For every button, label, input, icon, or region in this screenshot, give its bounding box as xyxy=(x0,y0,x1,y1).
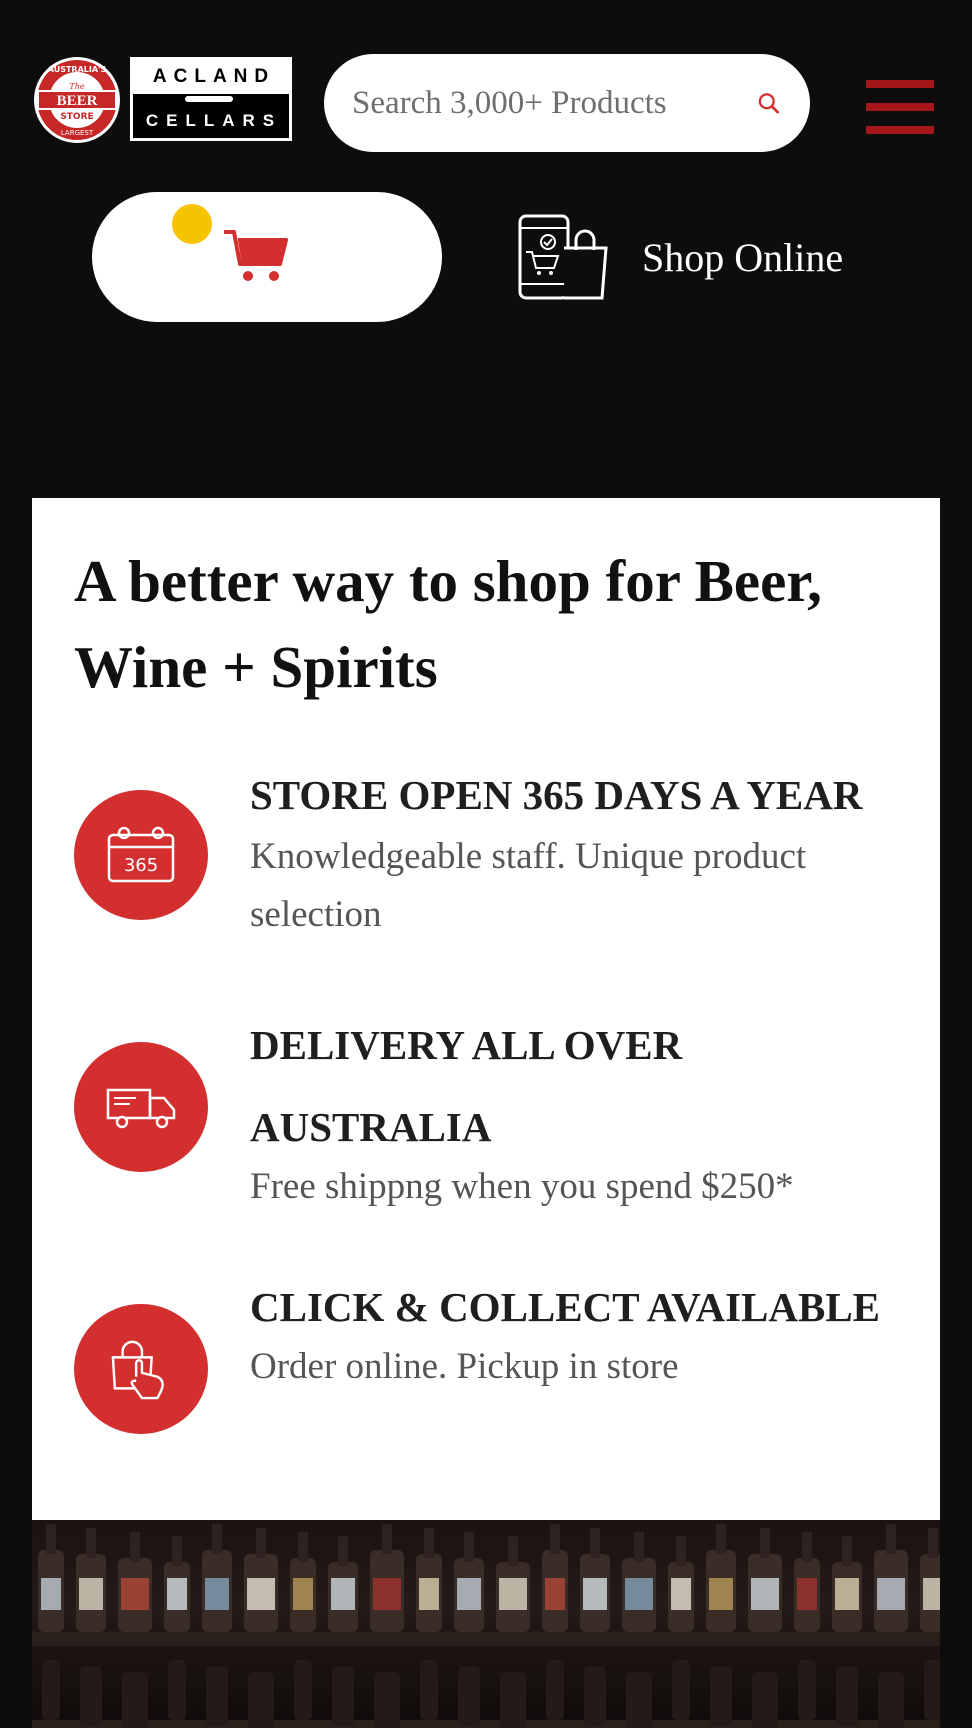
acland-cellars-logo[interactable]: ACLAND CELLARS xyxy=(130,57,292,141)
store-shelves-photo xyxy=(32,1520,940,1728)
search-icon[interactable] xyxy=(757,83,780,123)
bottle xyxy=(118,1532,152,1728)
menu-bar xyxy=(866,126,934,134)
bottle xyxy=(328,1536,358,1726)
feature-icon-circle xyxy=(74,1304,208,1434)
bottle xyxy=(202,1524,232,1726)
logo-cellars-text: CELLARS xyxy=(133,104,289,138)
feature-text: CLICK & COLLECT AVAILABLE Order online. … xyxy=(250,1266,930,1396)
feature-icon-circle xyxy=(74,1042,208,1172)
feature-click-collect: CLICK & COLLECT AVAILABLE Order online. … xyxy=(74,1266,924,1496)
feature-store-open: 365 STORE OPEN 365 DAYS A YEAR Knowledge… xyxy=(74,762,924,942)
bottle xyxy=(542,1524,568,1720)
logo-bottle-divider xyxy=(133,94,289,104)
beer-store-logo[interactable]: AUSTRALIA'S The BEER STORE LARGEST xyxy=(32,55,122,145)
bottle xyxy=(668,1536,694,1720)
feature-title: CLICK & COLLECT AVAILABLE xyxy=(250,1284,881,1330)
feature-delivery: DELIVERY ALL OVER AUSTRALIA Free shippng… xyxy=(74,1004,924,1234)
bottle xyxy=(748,1528,782,1728)
bottle xyxy=(454,1532,484,1726)
bottle xyxy=(290,1532,316,1720)
bottle xyxy=(38,1524,64,1720)
bottle xyxy=(832,1536,862,1726)
bottle-shelves-image xyxy=(32,1524,940,1728)
bottle xyxy=(874,1524,908,1728)
calendar-365-text: 365 xyxy=(124,855,158,876)
headline: A better way to shop for Beer, Wine + Sp… xyxy=(74,548,822,700)
feature-title: STORE OPEN 365 DAYS A YEAR xyxy=(250,772,863,818)
feature-title: DELIVERY ALL OVER AUSTRALIA xyxy=(250,1022,683,1150)
bottle xyxy=(76,1528,106,1726)
logo-beer-text: BEER xyxy=(57,93,98,109)
logo-acland-text: ACLAND xyxy=(133,60,289,94)
menu-icon[interactable] xyxy=(866,80,934,134)
bottle xyxy=(370,1524,404,1728)
logo-store-text: STORE xyxy=(60,112,93,122)
phone-shopping-bag-icon xyxy=(518,214,608,300)
delivery-truck-icon xyxy=(106,1088,176,1129)
menu-bar xyxy=(866,103,934,111)
cart-badge xyxy=(172,204,212,244)
bottle xyxy=(706,1524,736,1726)
bottle xyxy=(580,1528,610,1726)
logo-the-text: The xyxy=(69,82,84,91)
feature-text: STORE OPEN 365 DAYS A YEAR Knowledgeable… xyxy=(250,762,930,944)
feature-text: DELIVERY ALL OVER AUSTRALIA Free shippng… xyxy=(250,1004,930,1216)
feature-icon-circle: 365 xyxy=(74,790,208,920)
cart-icon xyxy=(224,230,288,281)
page: AUSTRALIA'S The BEER STORE LARGEST ACLAN… xyxy=(0,0,972,1728)
menu-bar xyxy=(866,80,934,88)
bottle xyxy=(164,1536,190,1720)
calendar-365-icon: 365 xyxy=(107,826,175,883)
bottle xyxy=(416,1528,442,1720)
bottle xyxy=(794,1532,820,1720)
logo-australias-text: AUSTRALIA'S xyxy=(48,65,107,74)
shop-online-link[interactable]: Shop Online xyxy=(518,212,843,302)
cart-button[interactable] xyxy=(92,192,442,322)
feature-description: Knowledgeable staff. Unique product sele… xyxy=(250,836,807,935)
click-collect-bag-icon xyxy=(111,1340,164,1400)
benefits-card: A better way to shop for Beer, Wine + Sp… xyxy=(32,498,940,1520)
logo-largest-text: LARGEST xyxy=(61,129,94,137)
bottle xyxy=(622,1532,656,1728)
bottle xyxy=(244,1528,278,1728)
search-input[interactable] xyxy=(352,84,757,122)
search-bar xyxy=(324,54,810,152)
feature-description: Free shippng when you spend $250* xyxy=(250,1166,794,1207)
bottle xyxy=(920,1528,940,1720)
shop-online-label: Shop Online xyxy=(642,234,844,280)
